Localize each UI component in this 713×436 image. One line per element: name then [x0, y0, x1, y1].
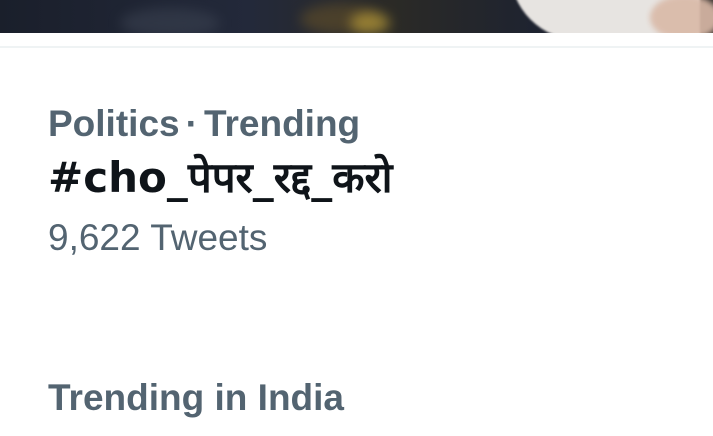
explore-page: Politics · Trending #cho_पेपर_रद्द_करो 9,6…: [0, 0, 713, 436]
trend-meta: Politics · Trending: [48, 100, 668, 148]
trend-tweet-count: 9,622 Tweets: [48, 217, 268, 258]
trend-status: Trending: [203, 103, 361, 144]
section-divider: [0, 46, 713, 48]
trend-separator: ·: [185, 103, 198, 144]
trend-banner-image[interactable]: [0, 0, 713, 33]
trend-item[interactable]: Politics · Trending #cho_पेपर_रद्द_करो 9,6…: [48, 100, 668, 262]
trend-category: Politics: [48, 103, 180, 144]
section-heading-trending-in-india: Trending in India: [48, 377, 344, 418]
trend-hashtag[interactable]: #cho_पेपर_रद्द_करो: [48, 150, 668, 206]
